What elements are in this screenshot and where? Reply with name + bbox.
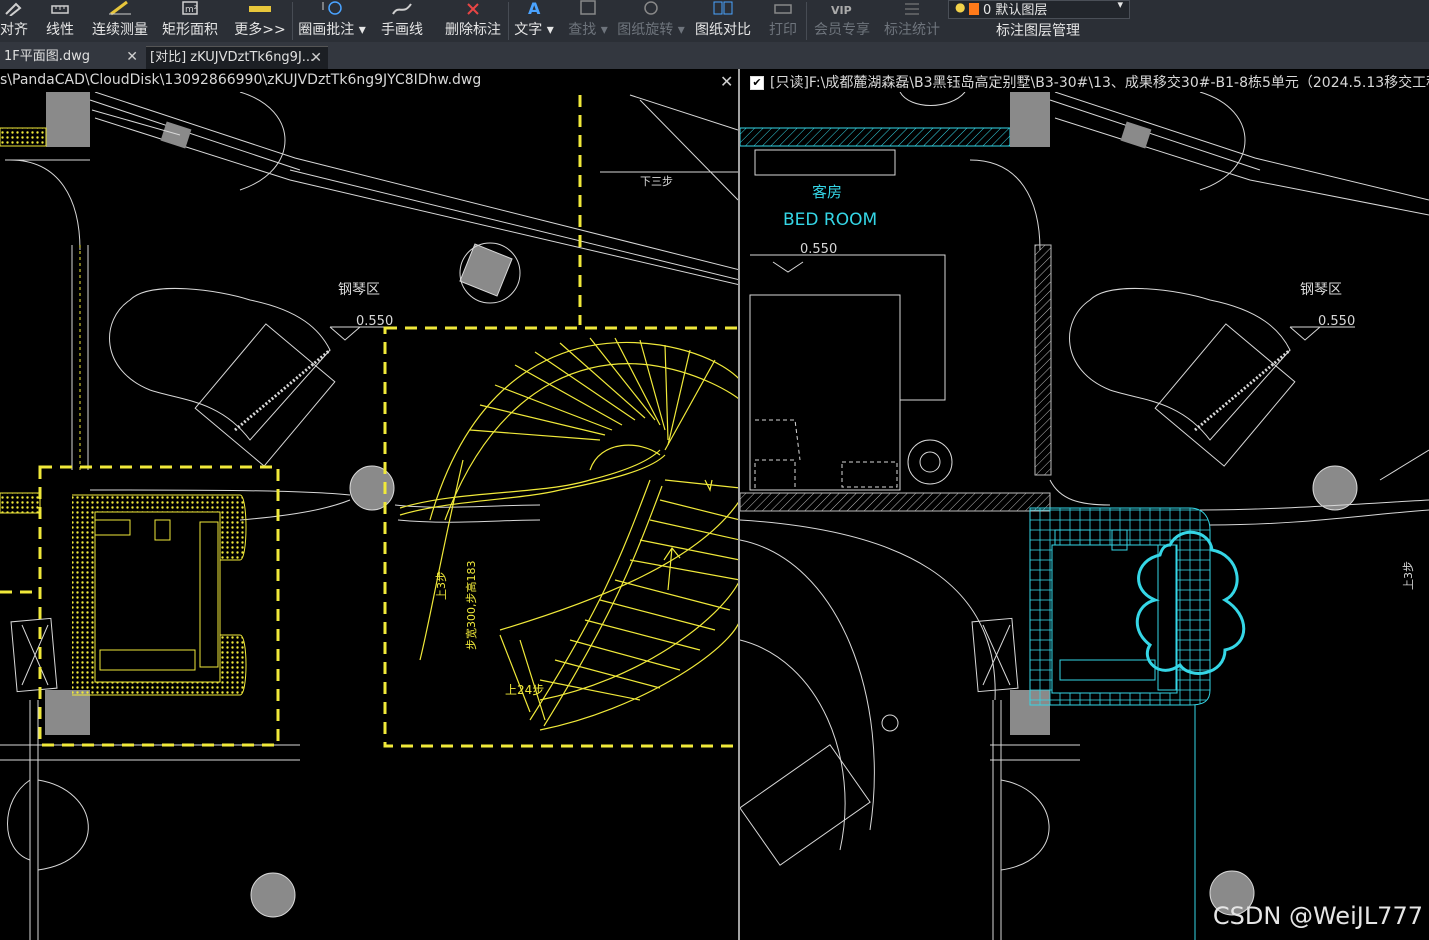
label-guest-room: 客房 <box>812 183 842 201</box>
toolbar-divider <box>806 2 807 40</box>
linear-measure-icon <box>51 5 69 14</box>
tab-1f-plan[interactable]: 1F平面图.dwg ✕ <box>0 46 144 69</box>
cad-drawing[interactable]: 下三步 钢琴区 0.550 钢琴区 0.550 0.550 客房 BED ROO… <box>0 69 1429 940</box>
stats-button[interactable]: 标注统计 <box>878 0 946 42</box>
text-icon: A <box>528 0 541 16</box>
close-icon[interactable]: ✕ <box>310 47 322 69</box>
find-icon <box>580 0 596 15</box>
print-icon <box>774 4 792 14</box>
right-file-path: [只读]F:\成都麓湖森磊\B3黑钰岛高定别墅\B3-30#\13、成果移交30… <box>770 75 1429 91</box>
label-bed-room: BED ROOM <box>783 210 877 230</box>
delete-annotation-button[interactable]: 删除标注 <box>438 0 508 42</box>
freehand-icon <box>392 3 412 15</box>
svg-text:VIP: VIP <box>831 4 852 16</box>
linear-button[interactable]: 线性 <box>40 0 80 42</box>
yellow-staircase <box>399 337 738 731</box>
text-button[interactable]: A 文字 ▾ <box>510 0 558 42</box>
left-pane-drawing <box>0 92 738 940</box>
layer-select[interactable]: ● 0 默认图层 ▾ <box>948 0 1130 19</box>
watermark: CSDN @WeiJL777 <box>1212 902 1423 930</box>
cyan-elevator <box>1029 507 1211 940</box>
align-button[interactable]: 对齐 <box>0 0 32 42</box>
rotate-button[interactable]: 图纸旋转 ▾ <box>614 0 688 42</box>
align-icon <box>5 2 22 16</box>
rect-area-icon: m² <box>182 1 198 15</box>
label-shang-san-right: 上3步 <box>1402 561 1415 590</box>
label-piano-zone-right: 钢琴区 <box>1300 282 1342 298</box>
layer-color-swatch <box>969 3 979 15</box>
toolbar: 对齐 线性 连续测量 m² 矩形面积 更多>> 圈画批注 ▾ 手画线 删除标注 A… <box>0 0 1429 42</box>
label-xia-san-bu: 下三步 <box>640 175 673 188</box>
toolbar-divider <box>292 2 293 40</box>
label-elev-bed: 0.550 <box>800 242 837 257</box>
chevron-down-icon[interactable]: ▾ <box>1117 0 1123 11</box>
close-icon[interactable]: ✕ <box>126 46 138 68</box>
left-file-path: s\PandaCAD\CloudDisk\13092866990\zKUJVDz… <box>0 72 482 88</box>
drawing-canvas[interactable]: 下三步 钢琴区 0.550 钢琴区 0.550 0.550 客房 BED ROO… <box>0 69 1429 940</box>
compare-icon <box>713 1 733 15</box>
ruler-icon <box>249 6 271 12</box>
freehand-button[interactable]: 手画线 <box>372 0 432 42</box>
label-step-dims: 步宽300,步高183 <box>464 561 478 651</box>
stats-icon <box>905 3 919 15</box>
circle-annotate-icon <box>322 1 342 15</box>
print-button[interactable]: 打印 <box>762 0 804 42</box>
close-icon[interactable]: ✕ <box>720 72 733 91</box>
toolbar-divider <box>508 2 509 40</box>
tab-compare[interactable]: [对比] zKUJVDztTk6ng9J... ✕ <box>146 46 328 69</box>
vip-icon: VIP <box>831 4 852 16</box>
label-elev-left: 0.550 <box>356 314 393 329</box>
label-elev-right: 0.550 <box>1318 314 1355 329</box>
svg-text:A: A <box>528 0 541 16</box>
layer-manage-button[interactable]: 标注图层管理 <box>948 20 1128 40</box>
continuous-measure-icon <box>109 0 131 16</box>
label-shang-24: 上24步 <box>505 683 544 697</box>
find-button[interactable]: 查找 ▾ <box>564 0 612 42</box>
yellow-elevator <box>0 492 247 696</box>
drawing-labels: 下三步 钢琴区 0.550 钢琴区 0.550 0.550 客房 BED ROO… <box>338 175 1415 697</box>
svg-text:m²: m² <box>185 5 198 15</box>
label-shang-san-left: 上3步 <box>435 571 448 600</box>
compare-button[interactable]: 图纸对比 <box>690 0 756 42</box>
more-button[interactable]: 更多>> <box>230 0 290 42</box>
rotate-icon <box>644 1 658 15</box>
delete-annotation-icon <box>467 3 479 15</box>
tab-bar: 1F平面图.dwg ✕ [对比] zKUJVDztTk6ng9J... ✕ <box>0 42 1429 69</box>
vip-button[interactable]: VIP 会员专享 <box>808 0 876 42</box>
circle-annotate-button[interactable]: 圈画批注 ▾ <box>294 0 370 42</box>
readonly-checkbox[interactable]: ✔ <box>750 76 764 90</box>
label-piano-zone: 钢琴区 <box>338 282 380 298</box>
rect-area-button[interactable]: m² 矩形面积 <box>157 0 223 42</box>
continuous-measure-button[interactable]: 连续测量 <box>88 0 152 42</box>
bulb-icon: ● <box>955 0 966 14</box>
